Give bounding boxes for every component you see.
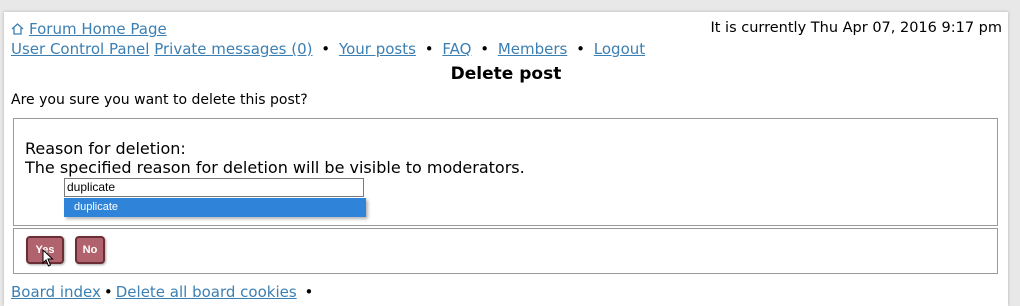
footer-separator: •: [304, 283, 314, 301]
nav-separator: •: [480, 40, 490, 58]
nav-separator: •: [424, 40, 434, 58]
private-messages-link[interactable]: Private messages (0): [154, 40, 312, 58]
page-title: Delete post: [450, 64, 562, 84]
your-posts-link[interactable]: Your posts: [339, 40, 416, 58]
reason-label: Reason for deletion:: [25, 139, 186, 158]
autocomplete-option[interactable]: duplicate: [64, 198, 366, 217]
members-link[interactable]: Members: [498, 40, 568, 58]
top-bar: Forum Home Page It is currently Thu Apr …: [11, 20, 1002, 40]
footer-links: Board index • Delete all board cookies •: [11, 283, 316, 301]
home-icon: [11, 23, 24, 35]
reason-input[interactable]: duplicate: [64, 178, 364, 197]
nav-links: User Control Panel Private messages (0) …: [11, 40, 645, 58]
logout-link[interactable]: Logout: [594, 40, 645, 58]
confirm-question: Are you sure you want to delete this pos…: [11, 92, 308, 108]
reason-panel: Reason for deletion: The specified reaso…: [13, 118, 998, 226]
board-index-link[interactable]: Board index: [11, 283, 101, 301]
current-time: It is currently Thu Apr 07, 2016 9:17 pm: [710, 20, 1002, 36]
forum-home-label[interactable]: Forum Home Page: [29, 20, 167, 38]
delete-cookies-link[interactable]: Delete all board cookies: [116, 283, 297, 301]
footer-separator: •: [103, 283, 113, 301]
nav-separator: •: [321, 40, 331, 58]
no-button[interactable]: No: [75, 236, 105, 264]
reason-help-text: The specified reason for deletion will b…: [25, 158, 525, 177]
page: Forum Home Page It is currently Thu Apr …: [4, 12, 1008, 306]
mouse-pointer-icon: [42, 248, 54, 271]
faq-link[interactable]: FAQ: [442, 40, 471, 58]
action-panel: Yes No: [13, 228, 998, 274]
nav-separator: •: [576, 40, 585, 58]
user-control-panel-link[interactable]: User Control Panel: [11, 40, 149, 58]
forum-home-link[interactable]: Forum Home Page: [11, 20, 167, 38]
